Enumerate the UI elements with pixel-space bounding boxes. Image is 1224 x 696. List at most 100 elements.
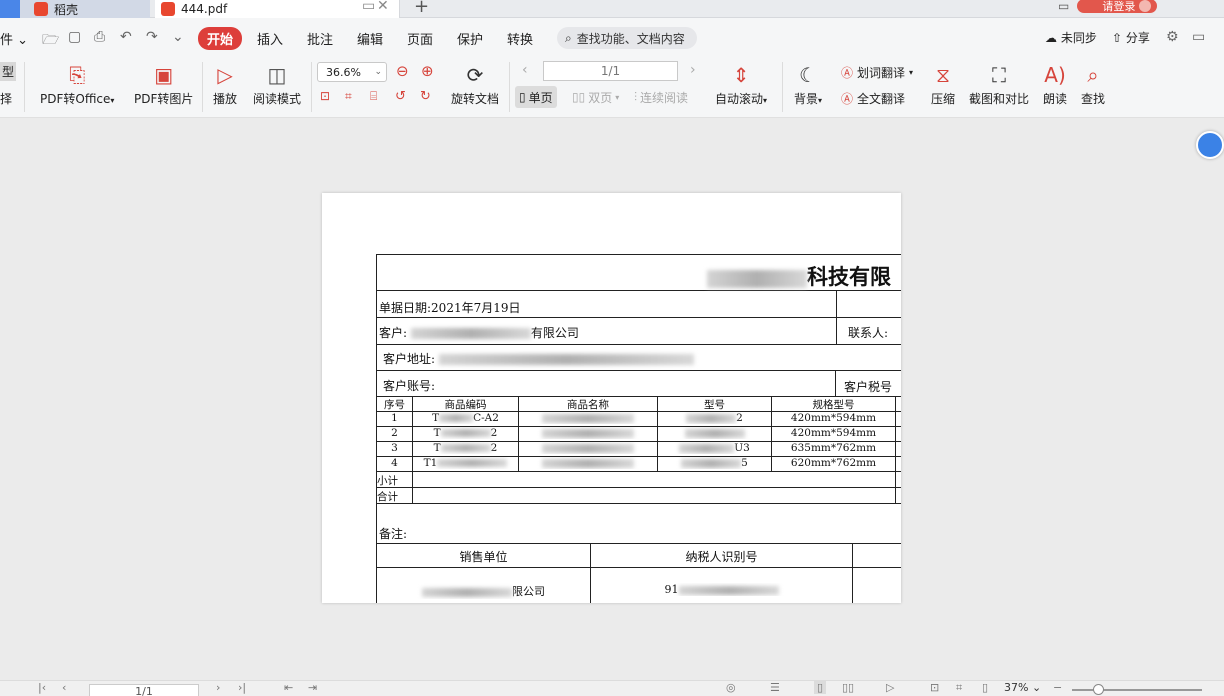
fit-width-icon[interactable]: ⌸ bbox=[370, 89, 377, 104]
item-code: T C-A2 bbox=[432, 412, 499, 424]
zoom-slider[interactable] bbox=[1072, 689, 1202, 691]
pdf-to-image-button[interactable]: ▣ PDF转图片 bbox=[134, 62, 193, 107]
prev-page-icon[interactable]: ‹ bbox=[62, 681, 66, 694]
screenshot-compare-button[interactable]: ⛶ 截图和对比 bbox=[969, 62, 1029, 107]
status-page-input[interactable]: 1/1 bbox=[89, 684, 199, 696]
word-translate-icon: Ⓐ bbox=[841, 66, 854, 80]
forward-icon[interactable]: ⇥ bbox=[308, 681, 317, 694]
fit-page-icon[interactable]: ⌗ bbox=[345, 89, 352, 104]
print-icon[interactable]: ⎙ bbox=[94, 29, 105, 45]
docer-icon bbox=[34, 2, 48, 16]
word-translate-button[interactable]: Ⓐ 划词翻译 ▾ bbox=[841, 64, 913, 81]
menu-file-cut[interactable]: 件 ⌄ bbox=[0, 29, 28, 48]
share-icon: ⇧ bbox=[1112, 31, 1123, 45]
zoom-out-icon[interactable]: − bbox=[1053, 681, 1062, 694]
rotate-left-icon[interactable]: ↺ bbox=[395, 89, 406, 104]
item-spec: 420mm*594mm bbox=[790, 427, 877, 439]
fit-page-icon[interactable]: ⌗ bbox=[956, 681, 962, 695]
single-view-icon[interactable]: ▯ bbox=[814, 681, 827, 694]
save-icon[interactable]: ▢ bbox=[68, 29, 81, 45]
header-code: 商品编码 bbox=[444, 399, 487, 411]
redacted-block bbox=[410, 328, 531, 339]
single-page-label: 单页 bbox=[528, 90, 553, 105]
redacted-block bbox=[438, 354, 694, 365]
status-bar: |‹ ‹ 1/1 › ›| ⇤ ⇥ ◎ ☰ ▯ ▯▯ ▷ ⊡ ⌗ ▯ 37% ⌄… bbox=[0, 680, 1224, 696]
divider bbox=[311, 62, 312, 112]
menu-annotate[interactable]: 批注 bbox=[307, 29, 333, 48]
window-mode-icon[interactable]: ▭ bbox=[1058, 0, 1069, 13]
play-icon: ▷ bbox=[217, 63, 233, 87]
comment-icon[interactable]: ▭ bbox=[1192, 29, 1205, 45]
find-button[interactable]: ⌕ 查找 bbox=[1081, 62, 1105, 107]
tab-bar: 稻壳 444.pdf ▭ ✕ + ▭ 请登录 bbox=[0, 0, 1224, 18]
open-icon[interactable]: 🗁 bbox=[42, 29, 59, 53]
login-button[interactable]: 请登录 bbox=[1077, 0, 1158, 13]
menu-insert[interactable]: 插入 bbox=[257, 29, 283, 48]
pdf-to-office-button[interactable]: ⎘ PDF转Office▾ bbox=[40, 62, 114, 107]
more-icon[interactable]: ⌄ bbox=[172, 29, 184, 45]
menu-start[interactable]: 开始 bbox=[198, 27, 243, 50]
background-button[interactable]: ☾ 背景▾ bbox=[794, 62, 822, 107]
rotate-doc-button[interactable]: ⟳ 旋转文档 bbox=[451, 62, 499, 107]
undo-icon[interactable]: ↶ bbox=[120, 29, 132, 45]
single-page-button[interactable]: ▯ 单页 bbox=[515, 86, 557, 108]
table-row: 1 bbox=[391, 412, 398, 424]
next-page-icon[interactable]: › bbox=[216, 681, 220, 694]
item-code: T2 bbox=[433, 427, 498, 439]
continuous-read-button[interactable]: ⫶ 连续阅读 bbox=[634, 86, 688, 108]
menu-page[interactable]: 页面 bbox=[407, 29, 433, 48]
divider bbox=[24, 62, 25, 112]
zoom-slider-handle[interactable] bbox=[1093, 684, 1104, 695]
actual-size-icon[interactable]: ⊡ bbox=[320, 89, 330, 103]
tab-pdf-file[interactable]: 444.pdf ▭ ✕ bbox=[155, 0, 400, 18]
account-label: 客户账号: bbox=[383, 379, 436, 393]
prev-page-icon[interactable]: ‹ bbox=[522, 62, 528, 78]
menu-convert[interactable]: 转换 bbox=[507, 29, 533, 48]
status-zoom-select[interactable]: 37% ⌄ bbox=[1004, 681, 1041, 694]
compress-button[interactable]: ⧖ 压缩 bbox=[931, 62, 955, 107]
function-search[interactable]: ⌕ 查找功能、文档内容 bbox=[557, 27, 697, 49]
zoom-select[interactable]: 36.6% ⌄ bbox=[317, 62, 387, 82]
auto-scroll-icon: ⇕ bbox=[732, 63, 750, 87]
tab-close-icon[interactable]: ✕ bbox=[377, 0, 389, 14]
share-button[interactable]: ⇧ 分享 bbox=[1112, 29, 1150, 46]
actual-size-icon[interactable]: ⊡ bbox=[930, 681, 939, 694]
play-button[interactable]: ▷ 播放 bbox=[213, 62, 237, 107]
read-aloud-button[interactable]: A) 朗读 bbox=[1043, 62, 1067, 107]
item-spec: 620mm*762mm bbox=[790, 457, 877, 469]
menu-protect[interactable]: 保护 bbox=[457, 29, 483, 48]
customer-line: 客户: 有限公司 bbox=[379, 326, 579, 340]
find-icon: ⌕ bbox=[1087, 63, 1099, 87]
double-view-icon[interactable]: ▯▯ bbox=[842, 681, 854, 694]
item-model bbox=[658, 427, 771, 439]
side-assistant-icon[interactable] bbox=[1196, 131, 1224, 159]
select-mode-cut[interactable]: 型 bbox=[0, 62, 17, 81]
next-page-icon[interactable]: › bbox=[690, 62, 696, 78]
redo-icon[interactable]: ↷ bbox=[146, 29, 158, 45]
auto-scroll-button[interactable]: ⇕ 自动滚动▾ bbox=[715, 62, 767, 107]
sync-status[interactable]: ☁ 未同步 bbox=[1045, 29, 1097, 46]
company-title: 科技有限 bbox=[707, 261, 891, 291]
select-label-cut[interactable]: 择 bbox=[0, 90, 12, 107]
eye-protect-icon[interactable]: ◎ bbox=[726, 681, 736, 694]
zoom-out-icon[interactable]: ⊖ bbox=[396, 62, 409, 80]
settings-icon[interactable]: ⚙ bbox=[1166, 29, 1179, 45]
tab-pin-icon[interactable]: ▭ bbox=[362, 0, 375, 14]
new-tab-button[interactable]: + bbox=[414, 0, 429, 17]
home-accent[interactable] bbox=[0, 0, 20, 18]
fit-width-icon[interactable]: ▯ bbox=[982, 681, 988, 694]
play-icon[interactable]: ▷ bbox=[886, 681, 894, 694]
menu-edit[interactable]: 编辑 bbox=[357, 29, 383, 48]
rotate-right-icon[interactable]: ↻ bbox=[420, 89, 431, 104]
last-page-icon[interactable]: ›| bbox=[238, 681, 246, 694]
zoom-in-icon[interactable]: ⊕ bbox=[421, 62, 434, 80]
taxpayer-id: 91 bbox=[591, 583, 852, 596]
page-number-input[interactable]: 1/1 bbox=[543, 61, 678, 81]
tab-docer[interactable]: 稻壳 bbox=[20, 0, 150, 18]
double-page-button[interactable]: ▯▯ 双页 ▾ bbox=[572, 86, 619, 108]
full-translate-button[interactable]: Ⓐ 全文翻译 bbox=[841, 90, 905, 107]
continuous-view-icon[interactable]: ☰ bbox=[770, 681, 780, 694]
back-icon[interactable]: ⇤ bbox=[284, 681, 293, 694]
reading-mode-button[interactable]: ◫ 阅读模式 bbox=[253, 62, 301, 107]
first-page-icon[interactable]: |‹ bbox=[38, 681, 46, 694]
